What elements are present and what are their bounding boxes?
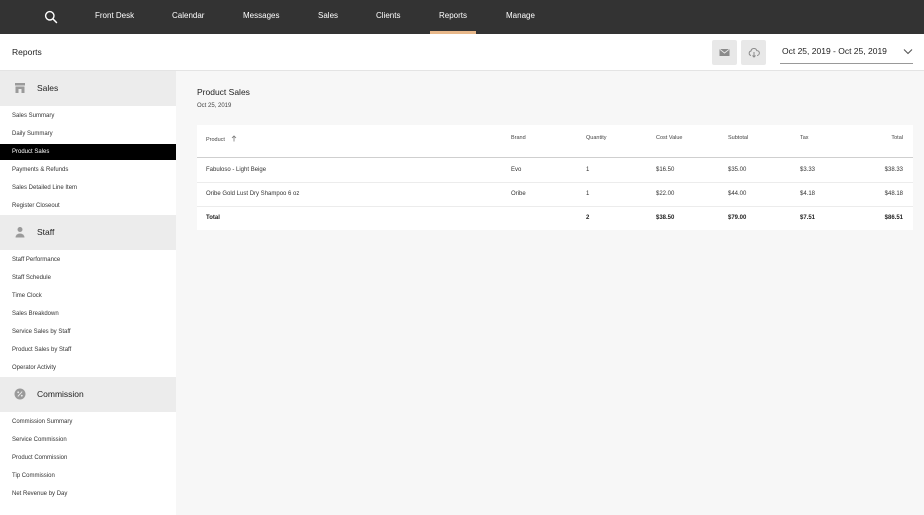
envelope-icon (719, 48, 730, 56)
nav-messages[interactable]: Messages (243, 0, 279, 34)
sidebar-item-staff-schedule[interactable]: Staff Schedule (0, 270, 176, 286)
nav-calendar[interactable]: Calendar (172, 0, 204, 34)
cell-product: Oribe Gold Lust Dry Shampoo 6 oz (206, 191, 300, 197)
cell-cost-value: $16.50 (656, 167, 675, 173)
cell-tax: $3.33 (800, 167, 816, 173)
cell-total: $48.18 (884, 191, 903, 197)
cell-total: $38.33 (884, 167, 903, 173)
store-icon (15, 83, 25, 93)
column-header-cost-value[interactable]: Cost Value (656, 135, 683, 141)
column-header-tax[interactable]: Tax (800, 135, 809, 141)
total-tax: $7.51 (800, 215, 816, 221)
person-icon (15, 227, 25, 238)
row-divider (197, 206, 913, 207)
sidebar-item-product-commission[interactable]: Product Commission (0, 450, 176, 466)
cell-brand: Oribe (511, 191, 526, 197)
sidebar-item-time-clock[interactable]: Time Clock (0, 288, 176, 304)
row-divider (197, 182, 913, 183)
report-title: Product Sales (197, 87, 250, 97)
sidebar-item-staff-performance[interactable]: Staff Performance (0, 252, 176, 268)
date-range-value: Oct 25, 2019 - Oct 25, 2019 (782, 46, 887, 56)
section-sales-label: Sales (37, 83, 59, 93)
sidebar-item-register-closeout[interactable]: Register Closeout (0, 198, 176, 214)
report-date: Oct 25, 2019 (197, 103, 232, 109)
total-subtotal: $79.00 (728, 215, 747, 221)
cell-brand: Evo (511, 167, 522, 173)
date-range-picker[interactable]: Oct 25, 2019 - Oct 25, 2019 (780, 40, 913, 64)
sidebar-item-service-commission[interactable]: Service Commission (0, 432, 176, 448)
chevron-down-icon (903, 49, 913, 55)
search-icon[interactable] (44, 10, 58, 24)
section-commission-label: Commission (37, 389, 84, 399)
nav-manage[interactable]: Manage (506, 0, 535, 34)
cell-cost-value: $22.00 (656, 191, 675, 197)
total-label: Total (206, 215, 220, 221)
section-staff[interactable]: Staff (0, 215, 176, 250)
section-staff-label: Staff (37, 227, 55, 237)
sidebar-item-sales-detailed-line-item[interactable]: Sales Detailed Line Item (0, 180, 176, 196)
total-quantity: 2 (586, 215, 590, 221)
nav-sales[interactable]: Sales (318, 0, 338, 34)
sidebar-item-sales-summary[interactable]: Sales Summary (0, 108, 176, 124)
column-header-quantity[interactable]: Quantity (586, 135, 606, 141)
cell-subtotal: $44.00 (728, 191, 747, 197)
cloud-download-icon (748, 48, 760, 58)
cell-subtotal: $35.00 (728, 167, 747, 173)
column-header-product[interactable]: Product (206, 135, 237, 143)
reports-sidebar: Sales Sales Summary Daily Summary Produc… (0, 71, 176, 515)
cell-tax: $4.18 (800, 191, 816, 197)
product-sales-table: Product Brand Quantity Cost Value Subtot… (197, 125, 913, 230)
page-header: Reports Oct 25, 2019 - Oct 25, 2019 (0, 34, 924, 71)
sidebar-item-tip-commission[interactable]: Tip Commission (0, 468, 176, 484)
total-total: $86.51 (884, 215, 903, 221)
nav-clients[interactable]: Clients (376, 0, 400, 34)
sidebar-item-service-sales-by-staff[interactable]: Service Sales by Staff (0, 324, 176, 340)
sidebar-item-commission-summary[interactable]: Commission Summary (0, 414, 176, 430)
sidebar-item-product-sales[interactable]: Product Sales (0, 144, 176, 160)
cell-product: Fabuloso - Light Beige (206, 167, 267, 173)
sort-ascending-icon (231, 135, 236, 142)
report-content: Product Sales Oct 25, 2019 Product Brand… (176, 71, 924, 515)
header-divider (197, 157, 913, 158)
column-header-brand[interactable]: Brand (511, 135, 526, 141)
download-report-button[interactable] (741, 40, 766, 65)
percent-icon (14, 388, 26, 400)
sidebar-item-daily-summary[interactable]: Daily Summary (0, 126, 176, 142)
sidebar-item-operator-activity[interactable]: Operator Activity (0, 360, 176, 376)
sidebar-item-net-revenue-by-day[interactable]: Net Revenue by Day (0, 486, 176, 502)
total-cost-value: $38.50 (656, 215, 675, 221)
cell-quantity: 1 (586, 167, 590, 173)
page-title: Reports (12, 47, 42, 57)
section-sales[interactable]: Sales (0, 71, 176, 106)
section-commission[interactable]: Commission (0, 377, 176, 412)
sidebar-item-product-sales-by-staff[interactable]: Product Sales by Staff (0, 342, 176, 358)
column-header-total[interactable]: Total (891, 135, 903, 141)
nav-reports[interactable]: Reports (429, 0, 477, 34)
sidebar-item-payments-refunds[interactable]: Payments & Refunds (0, 162, 176, 178)
sidebar-item-sales-breakdown[interactable]: Sales Breakdown (0, 306, 176, 322)
column-header-subtotal[interactable]: Subtotal (728, 135, 748, 141)
nav-front-desk[interactable]: Front Desk (95, 0, 134, 34)
email-report-button[interactable] (712, 40, 737, 65)
cell-quantity: 1 (586, 191, 590, 197)
top-navigation-bar: Front Desk Calendar Messages Sales Clien… (0, 0, 924, 34)
